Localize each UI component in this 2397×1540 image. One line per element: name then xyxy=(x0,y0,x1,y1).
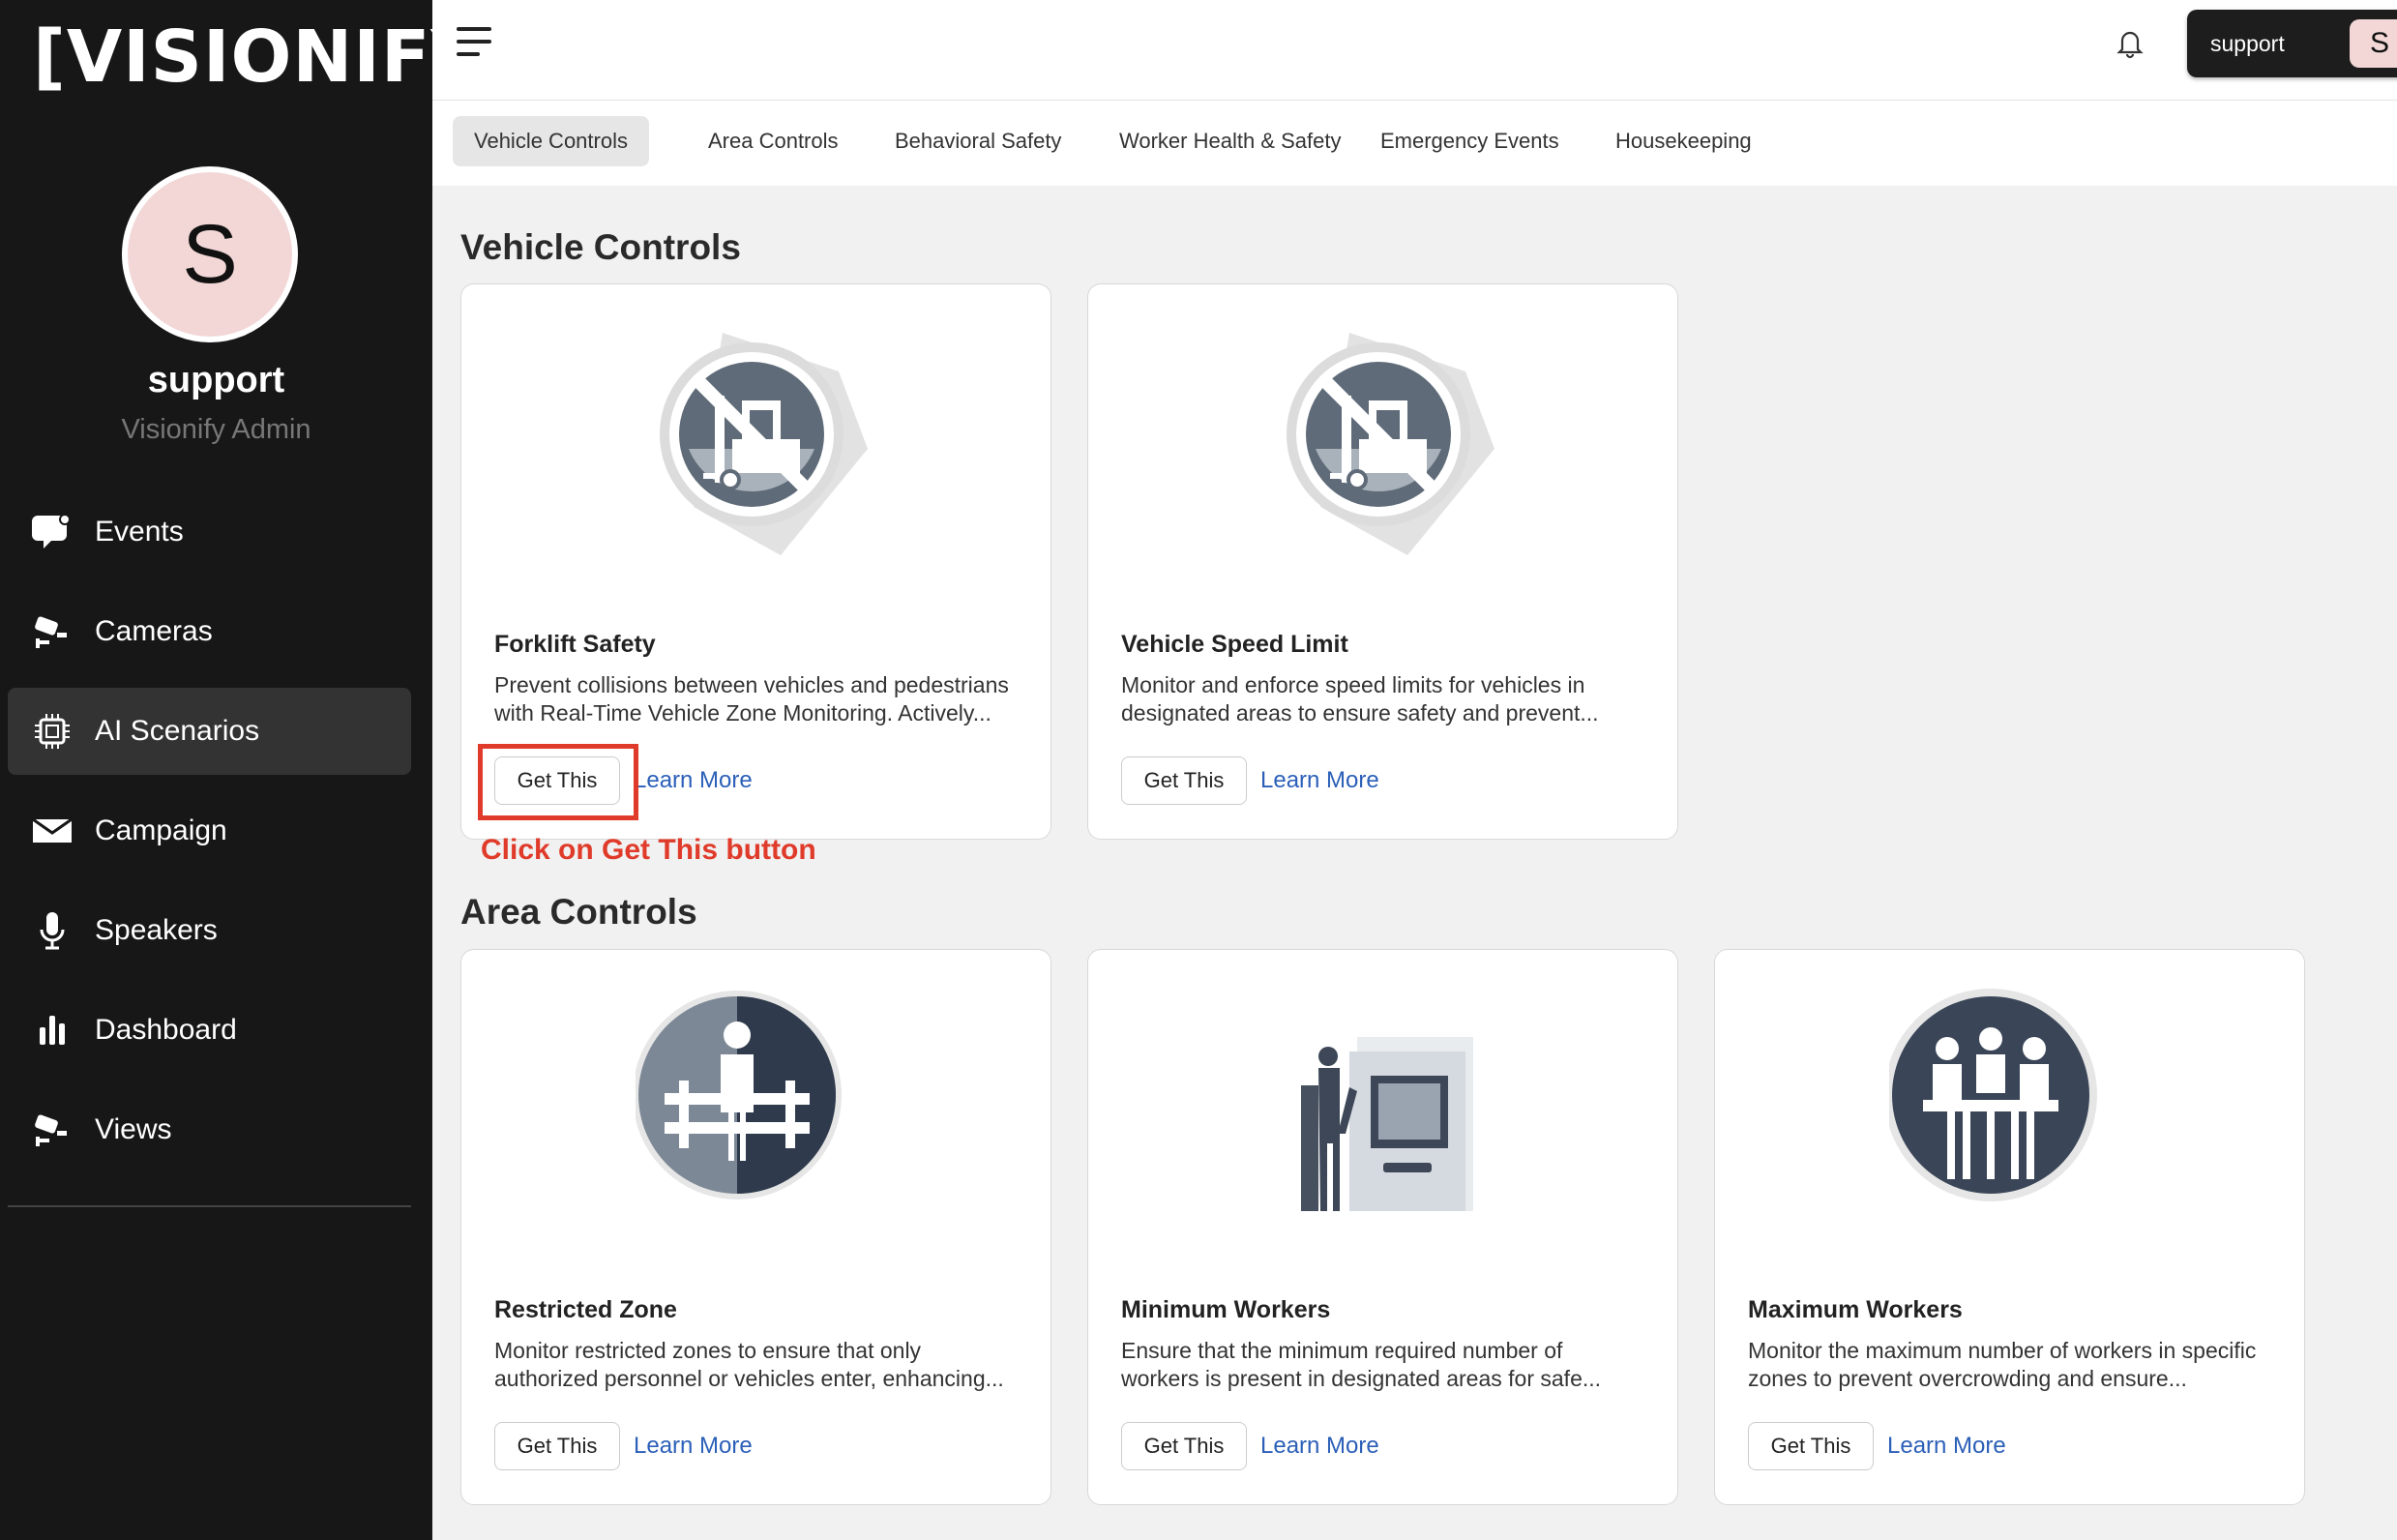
category-tabs: Vehicle Controls Area Controls Behaviora… xyxy=(432,101,2397,186)
card-title: Vehicle Speed Limit xyxy=(1121,631,1348,658)
top-bar: support S xyxy=(432,0,2397,101)
tab-housekeeping[interactable]: Housekeeping xyxy=(1594,116,1773,166)
learn-more-link[interactable]: Learn More xyxy=(1887,1422,2006,1470)
sidebar-item-label: Speakers xyxy=(95,914,218,946)
get-this-button[interactable]: Get This xyxy=(494,1422,620,1470)
user-name: support xyxy=(147,360,285,400)
sidebar-nav: Events Cameras AI Scenarios Campaign Spe… xyxy=(8,489,411,1186)
scenario-card-maximum-workers: Maximum Workers Monitor the maximum numb… xyxy=(1714,949,2305,1505)
tab-vehicle-controls[interactable]: Vehicle Controls xyxy=(453,116,649,166)
card-title: Restricted Zone xyxy=(494,1296,677,1323)
hamburger-icon[interactable] xyxy=(457,27,491,56)
user-menu-label: support xyxy=(2210,30,2285,56)
no-forklift-icon xyxy=(1262,313,1504,565)
scenario-card-restricted-zone: Restricted Zone Monitor restricted zones… xyxy=(460,949,1051,1505)
worker-machine-icon xyxy=(1262,979,1504,1230)
tab-worker-health-safety[interactable]: Worker Health & Safety xyxy=(1098,116,1362,166)
sidebar-item-label: Campaign xyxy=(95,814,227,846)
sidebar-item-events[interactable]: Events xyxy=(8,489,411,576)
card-description: Monitor the maximum number of workers in… xyxy=(1748,1337,2290,1393)
scenario-card-minimum-workers: Minimum Workers Ensure that the minimum … xyxy=(1087,949,1678,1505)
microphone-icon xyxy=(31,909,74,952)
card-description-line: Monitor and enforce speed limits for veh… xyxy=(1121,672,1585,697)
camera-icon xyxy=(31,610,74,653)
avatar: S xyxy=(122,166,298,342)
worker-fence-icon xyxy=(633,979,877,1230)
visionify-logo[interactable]: [VISIONIFY]® xyxy=(33,17,527,97)
sidebar-item-dashboard[interactable]: Dashboard xyxy=(8,987,411,1074)
card-description-line: workers is present in designated areas f… xyxy=(1121,1366,1602,1391)
tab-behavioral-safety[interactable]: Behavioral Safety xyxy=(873,116,1082,166)
card-description-line: Prevent collisions between vehicles and … xyxy=(494,672,1009,697)
bar-chart-icon xyxy=(31,1009,74,1051)
get-this-button[interactable]: Get This xyxy=(1121,756,1247,805)
card-description: Monitor and enforce speed limits for veh… xyxy=(1121,671,1663,727)
card-description: Monitor restricted zones to ensure that … xyxy=(494,1337,1036,1393)
highlight-box xyxy=(478,744,638,820)
tab-area-controls[interactable]: Area Controls xyxy=(687,116,860,166)
sidebar-item-label: Cameras xyxy=(95,615,213,647)
card-title: Forklift Safety xyxy=(494,631,656,658)
events-icon xyxy=(31,511,74,553)
workers-group-icon xyxy=(1884,979,2131,1230)
learn-more-link[interactable]: Learn More xyxy=(1260,756,1379,805)
sidebar-item-label: Events xyxy=(95,516,184,548)
card-description-line: Monitor the maximum number of workers in… xyxy=(1748,1338,2257,1363)
card-description-line: with Real-Time Vehicle Zone Monitoring. … xyxy=(494,700,991,726)
instruction-annotation: Click on Get This button xyxy=(481,834,816,866)
avatar: S xyxy=(2350,19,2397,68)
sidebar-item-speakers[interactable]: Speakers xyxy=(8,887,411,974)
card-description-line: authorized personnel or vehicles enter, … xyxy=(494,1366,1004,1391)
sidebar-item-label: AI Scenarios xyxy=(95,715,260,747)
sidebar-item-label: Dashboard xyxy=(95,1014,237,1046)
section-title-area-controls: Area Controls xyxy=(460,892,697,932)
get-this-button[interactable]: Get This xyxy=(1748,1422,1874,1470)
sidebar-divider xyxy=(8,1205,411,1207)
sidebar-item-label: Views xyxy=(95,1113,172,1145)
sidebar-item-ai-scenarios[interactable]: AI Scenarios xyxy=(8,688,411,775)
card-description-line: Ensure that the minimum required number … xyxy=(1121,1338,1563,1363)
sidebar: [VISIONIFY]® S support Visionify Admin E… xyxy=(0,0,527,1540)
card-description-line: zones to prevent overcrowding and ensure… xyxy=(1748,1366,2187,1391)
learn-more-link[interactable]: Learn More xyxy=(634,756,753,805)
sidebar-item-views[interactable]: Views xyxy=(8,1086,411,1173)
no-forklift-icon xyxy=(636,313,877,565)
card-description: Ensure that the minimum required number … xyxy=(1121,1337,1663,1393)
mail-icon xyxy=(31,810,74,852)
camera-icon xyxy=(31,1109,74,1151)
card-description-line: Monitor restricted zones to ensure that … xyxy=(494,1338,922,1363)
sidebar-item-campaign[interactable]: Campaign xyxy=(8,787,411,874)
tab-emergency-events[interactable]: Emergency Events xyxy=(1359,116,1581,166)
bell-icon[interactable] xyxy=(2114,27,2146,60)
scenario-card-vehicle-speed-limit: Vehicle Speed Limit Monitor and enforce … xyxy=(1087,283,1678,840)
user-menu-button[interactable]: support S xyxy=(2187,10,2397,77)
user-role: Visionify Admin xyxy=(121,414,311,445)
section-title-vehicle-controls: Vehicle Controls xyxy=(460,227,741,267)
card-description-line: designated areas to ensure safety and pr… xyxy=(1121,700,1599,726)
sidebar-item-cameras[interactable]: Cameras xyxy=(8,588,411,675)
card-description: Prevent collisions between vehicles and … xyxy=(494,671,1036,727)
learn-more-link[interactable]: Learn More xyxy=(1260,1422,1379,1470)
chip-icon xyxy=(31,710,74,753)
card-title: Minimum Workers xyxy=(1121,1296,1331,1323)
card-title: Maximum Workers xyxy=(1748,1296,1963,1323)
learn-more-link[interactable]: Learn More xyxy=(634,1422,753,1470)
get-this-button[interactable]: Get This xyxy=(1121,1422,1247,1470)
